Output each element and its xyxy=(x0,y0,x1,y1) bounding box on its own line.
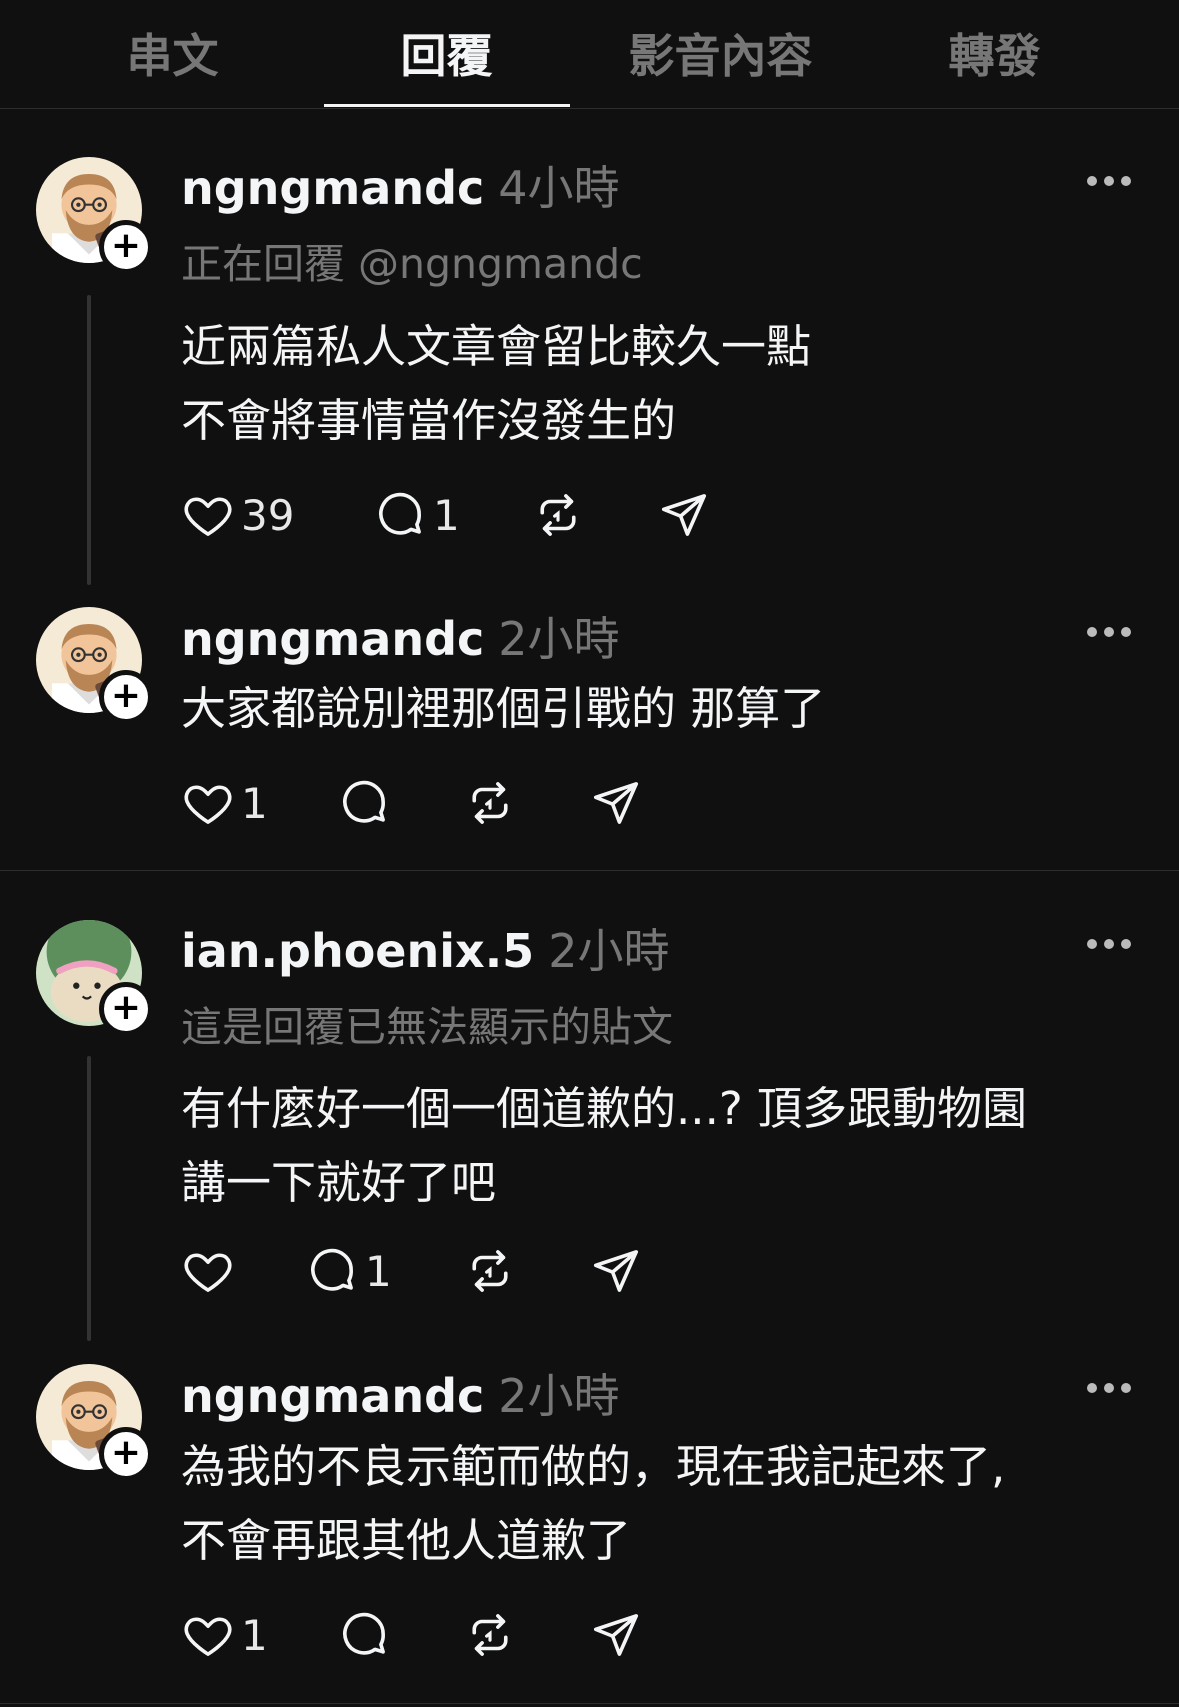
comment-icon xyxy=(337,1608,391,1662)
repost-button[interactable] xyxy=(463,1243,517,1299)
heart-icon xyxy=(181,1244,235,1298)
tab-reposts[interactable]: 轉發 xyxy=(872,20,1117,86)
like-button[interactable]: 39 xyxy=(181,487,294,543)
thread-line xyxy=(87,1056,91,1341)
post-time: 2小時 xyxy=(498,1369,620,1423)
heart-icon xyxy=(181,488,235,542)
post-time: 2小時 xyxy=(498,612,620,666)
reply-button[interactable]: 1 xyxy=(373,487,460,543)
username[interactable]: ngngmandc xyxy=(181,612,484,666)
post-header: ngngmandc 2小時 xyxy=(181,603,620,666)
reply-count: 1 xyxy=(433,490,460,540)
username[interactable]: ian.phoenix.5 xyxy=(181,924,534,978)
post-text: 大家都說別裡那個引戰的 那算了 xyxy=(181,672,1141,746)
more-icon[interactable] xyxy=(1087,627,1131,641)
post-text-line: 不會將事情當作沒發生的 xyxy=(181,394,677,447)
like-count: 39 xyxy=(241,490,295,540)
reply-context[interactable]: 正在回覆 @ngngmandc xyxy=(181,230,643,290)
send-icon xyxy=(589,1244,643,1298)
post-text-line: 不會再跟其他人道歉了 xyxy=(181,1514,632,1567)
post-text-line: 為我的不良示範而做的，現在我記起來了, xyxy=(181,1440,1006,1493)
heart-icon xyxy=(181,1608,235,1662)
more-icon[interactable] xyxy=(1087,939,1131,953)
repost-button[interactable] xyxy=(463,1607,517,1663)
repost-icon xyxy=(463,1608,517,1662)
divider xyxy=(0,870,1179,871)
share-button[interactable] xyxy=(657,487,711,543)
post-text-line: 講一下就好了吧 xyxy=(181,1156,497,1209)
active-tab-indicator xyxy=(324,104,570,107)
repost-icon xyxy=(463,776,517,830)
profile-tabs: 串文 回覆 影音內容 轉發 xyxy=(0,0,1179,109)
like-button[interactable]: 1 xyxy=(181,1607,268,1663)
like-button[interactable] xyxy=(181,1243,235,1299)
tab-threads[interactable]: 串文 xyxy=(50,20,295,86)
follow-plus-icon[interactable]: + xyxy=(99,670,153,724)
post-text-line: 近兩篇私人文章會留比較久一點 xyxy=(181,320,812,373)
heart-icon xyxy=(181,776,235,830)
repost-icon xyxy=(531,488,585,542)
post-time: 4小時 xyxy=(498,161,620,215)
username[interactable]: ngngmandc xyxy=(181,161,484,215)
reply-button[interactable] xyxy=(337,775,391,831)
tab-replies[interactable]: 回覆 xyxy=(324,20,569,86)
post-time: 2小時 xyxy=(548,924,670,978)
share-button[interactable] xyxy=(589,775,643,831)
comment-icon xyxy=(305,1244,359,1298)
like-count: 1 xyxy=(241,1610,268,1660)
comment-icon xyxy=(373,488,427,542)
more-icon[interactable] xyxy=(1087,176,1131,190)
tab-media[interactable]: 影音內容 xyxy=(598,20,843,86)
like-count: 1 xyxy=(241,778,268,828)
more-icon[interactable] xyxy=(1087,1383,1131,1397)
follow-plus-icon[interactable]: + xyxy=(99,982,153,1036)
share-button[interactable] xyxy=(589,1607,643,1663)
share-button[interactable] xyxy=(589,1243,643,1299)
post-header: ngngmandc 4小時 xyxy=(181,152,620,215)
post-text: 為我的不良示範而做的，現在我記起來了, 不會再跟其他人道歉了 xyxy=(181,1430,1141,1578)
comment-icon xyxy=(337,776,391,830)
username[interactable]: ngngmandc xyxy=(181,1369,484,1423)
post-header: ngngmandc 2小時 xyxy=(181,1360,620,1423)
reply-count: 1 xyxy=(365,1246,392,1296)
like-button[interactable]: 1 xyxy=(181,775,268,831)
repost-button[interactable] xyxy=(531,487,585,543)
send-icon xyxy=(589,1608,643,1662)
thread-line xyxy=(87,295,91,585)
post-text: 近兩篇私人文章會留比較久一點 不會將事情當作沒發生的 xyxy=(181,310,1141,458)
follow-plus-icon[interactable]: + xyxy=(99,1427,153,1481)
divider xyxy=(0,1703,1179,1704)
post-text: 有什麼好一個一個道歉的...? 頂多跟動物園 講一下就好了吧 xyxy=(181,1072,1141,1220)
post-text-line: 有什麼好一個一個道歉的...? 頂多跟動物園 xyxy=(181,1082,1028,1135)
post-header: ian.phoenix.5 2小時 xyxy=(181,915,670,978)
reply-context[interactable]: 這是回覆已無法顯示的貼文 xyxy=(181,993,673,1053)
post-text-line: 大家都說別裡那個引戰的 那算了 xyxy=(181,682,826,735)
follow-plus-icon[interactable]: + xyxy=(99,220,153,274)
send-icon xyxy=(589,776,643,830)
reply-button[interactable] xyxy=(337,1607,391,1663)
repost-icon xyxy=(463,1244,517,1298)
repost-button[interactable] xyxy=(463,775,517,831)
reply-button[interactable]: 1 xyxy=(305,1243,392,1299)
send-icon xyxy=(657,488,711,542)
